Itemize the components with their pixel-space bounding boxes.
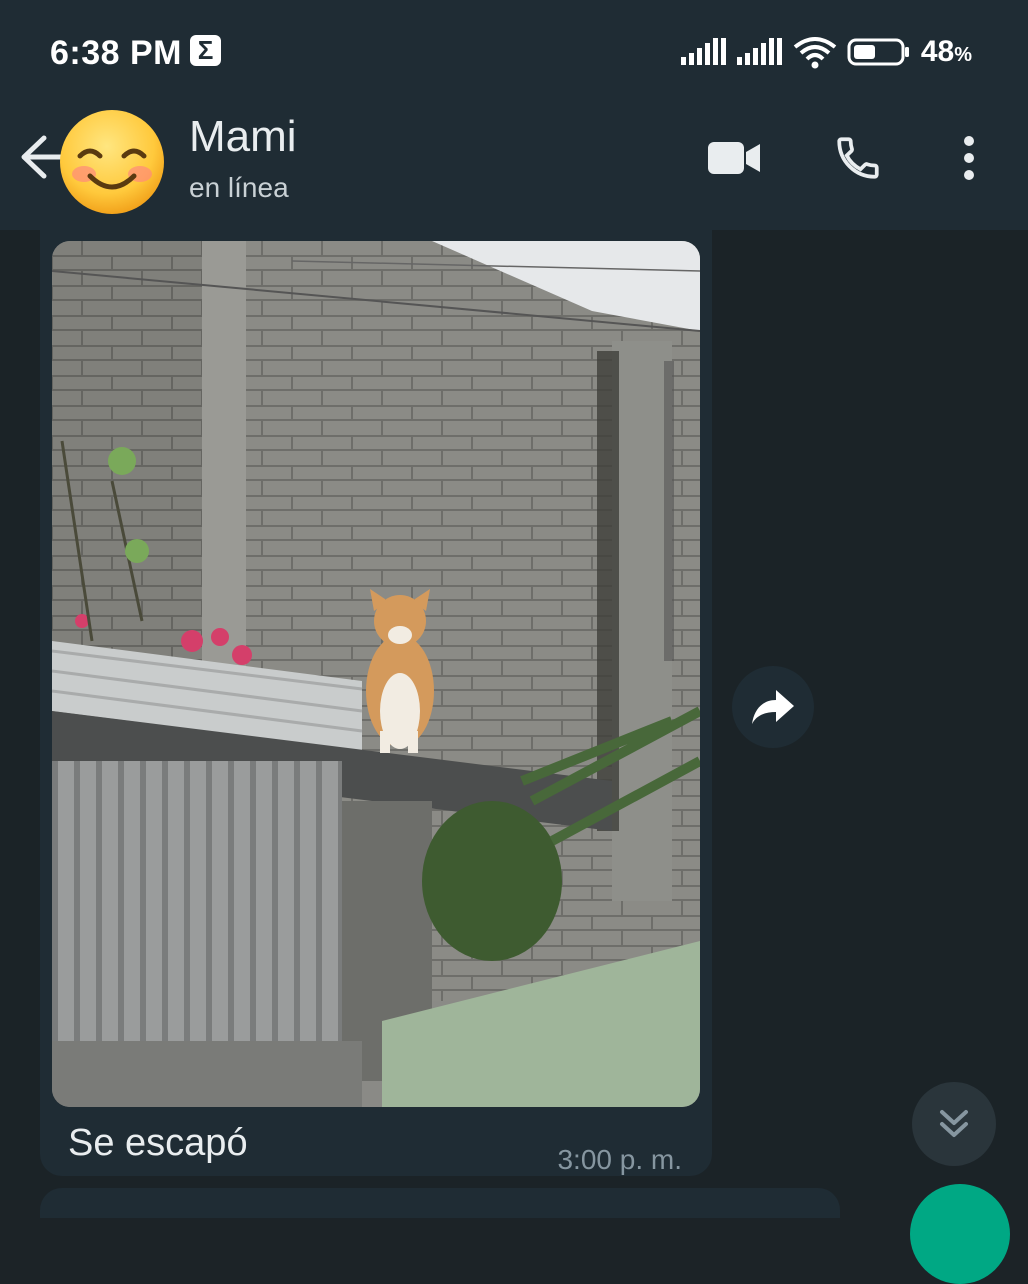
avatar[interactable] — [58, 108, 166, 216]
chat-area[interactable]: Se escapó 3:00 p. m. — [0, 230, 1028, 1284]
battery-percent: 48% — [920, 35, 972, 68]
contact-name[interactable]: Mami — [189, 112, 297, 162]
signal-icon — [736, 38, 782, 65]
cat-photo[interactable] — [52, 241, 700, 1107]
chat-header: Mami en línea — [0, 100, 1028, 230]
status-time: 6:38 PM — [50, 34, 182, 72]
forward-icon — [752, 690, 794, 724]
smiling-face-emoji — [60, 110, 164, 214]
next-message-bubble[interactable] — [40, 1188, 840, 1218]
message-bubble[interactable]: Se escapó 3:00 p. m. — [40, 230, 712, 1176]
scroll-down-icon — [940, 1110, 968, 1137]
compose-fab[interactable] — [910, 1184, 1010, 1284]
voice-call-button[interactable] — [828, 130, 888, 186]
scroll-to-bottom-button[interactable] — [912, 1082, 996, 1166]
status-icons: 48% — [680, 34, 972, 70]
video-call-button[interactable] — [704, 130, 764, 186]
message-caption: Se escapó — [68, 1122, 248, 1164]
contact-status: en línea — [189, 172, 289, 203]
video-call-icon — [708, 142, 760, 174]
message-time: 3:00 p. m. — [557, 1144, 682, 1175]
battery-icon — [847, 38, 909, 66]
signal-icon — [680, 38, 726, 65]
more-options-button[interactable] — [940, 130, 998, 186]
phone-icon — [837, 137, 879, 179]
sigma-icon: Σ — [190, 35, 221, 66]
status-bar: 6:38 PM Σ 48% — [0, 0, 1028, 100]
wifi-icon — [793, 37, 837, 69]
photo-image — [52, 241, 700, 1107]
forward-button[interactable] — [732, 666, 814, 748]
more-vert-icon — [964, 136, 974, 180]
